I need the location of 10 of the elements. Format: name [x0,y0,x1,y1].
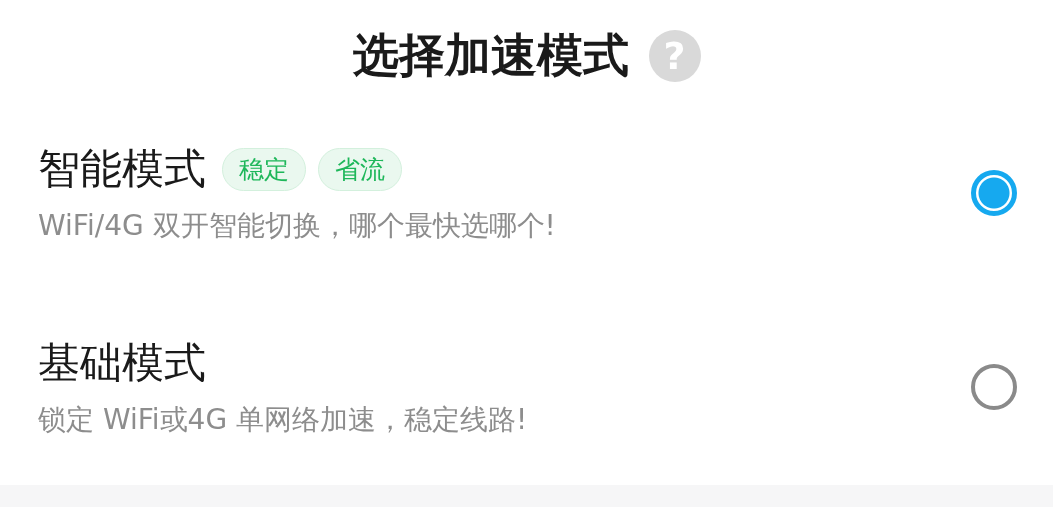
tag: 稳定 [222,147,306,191]
radio-button[interactable] [971,364,1017,410]
radio-button[interactable] [971,170,1017,216]
dialog-title: 选择加速模式 [352,27,629,84]
tag: 省流 [318,147,402,191]
mode-description: 锁定 WiFi或4G 单网络加速，稳定线路! [38,402,528,438]
mode-description: WiFi/4G 双开智能切换，哪个最快选哪个! [38,208,556,244]
mode-name: 智能模式 [38,143,206,195]
help-icon[interactable]: ? [648,30,701,82]
mode-name: 基础模式 [38,337,206,389]
